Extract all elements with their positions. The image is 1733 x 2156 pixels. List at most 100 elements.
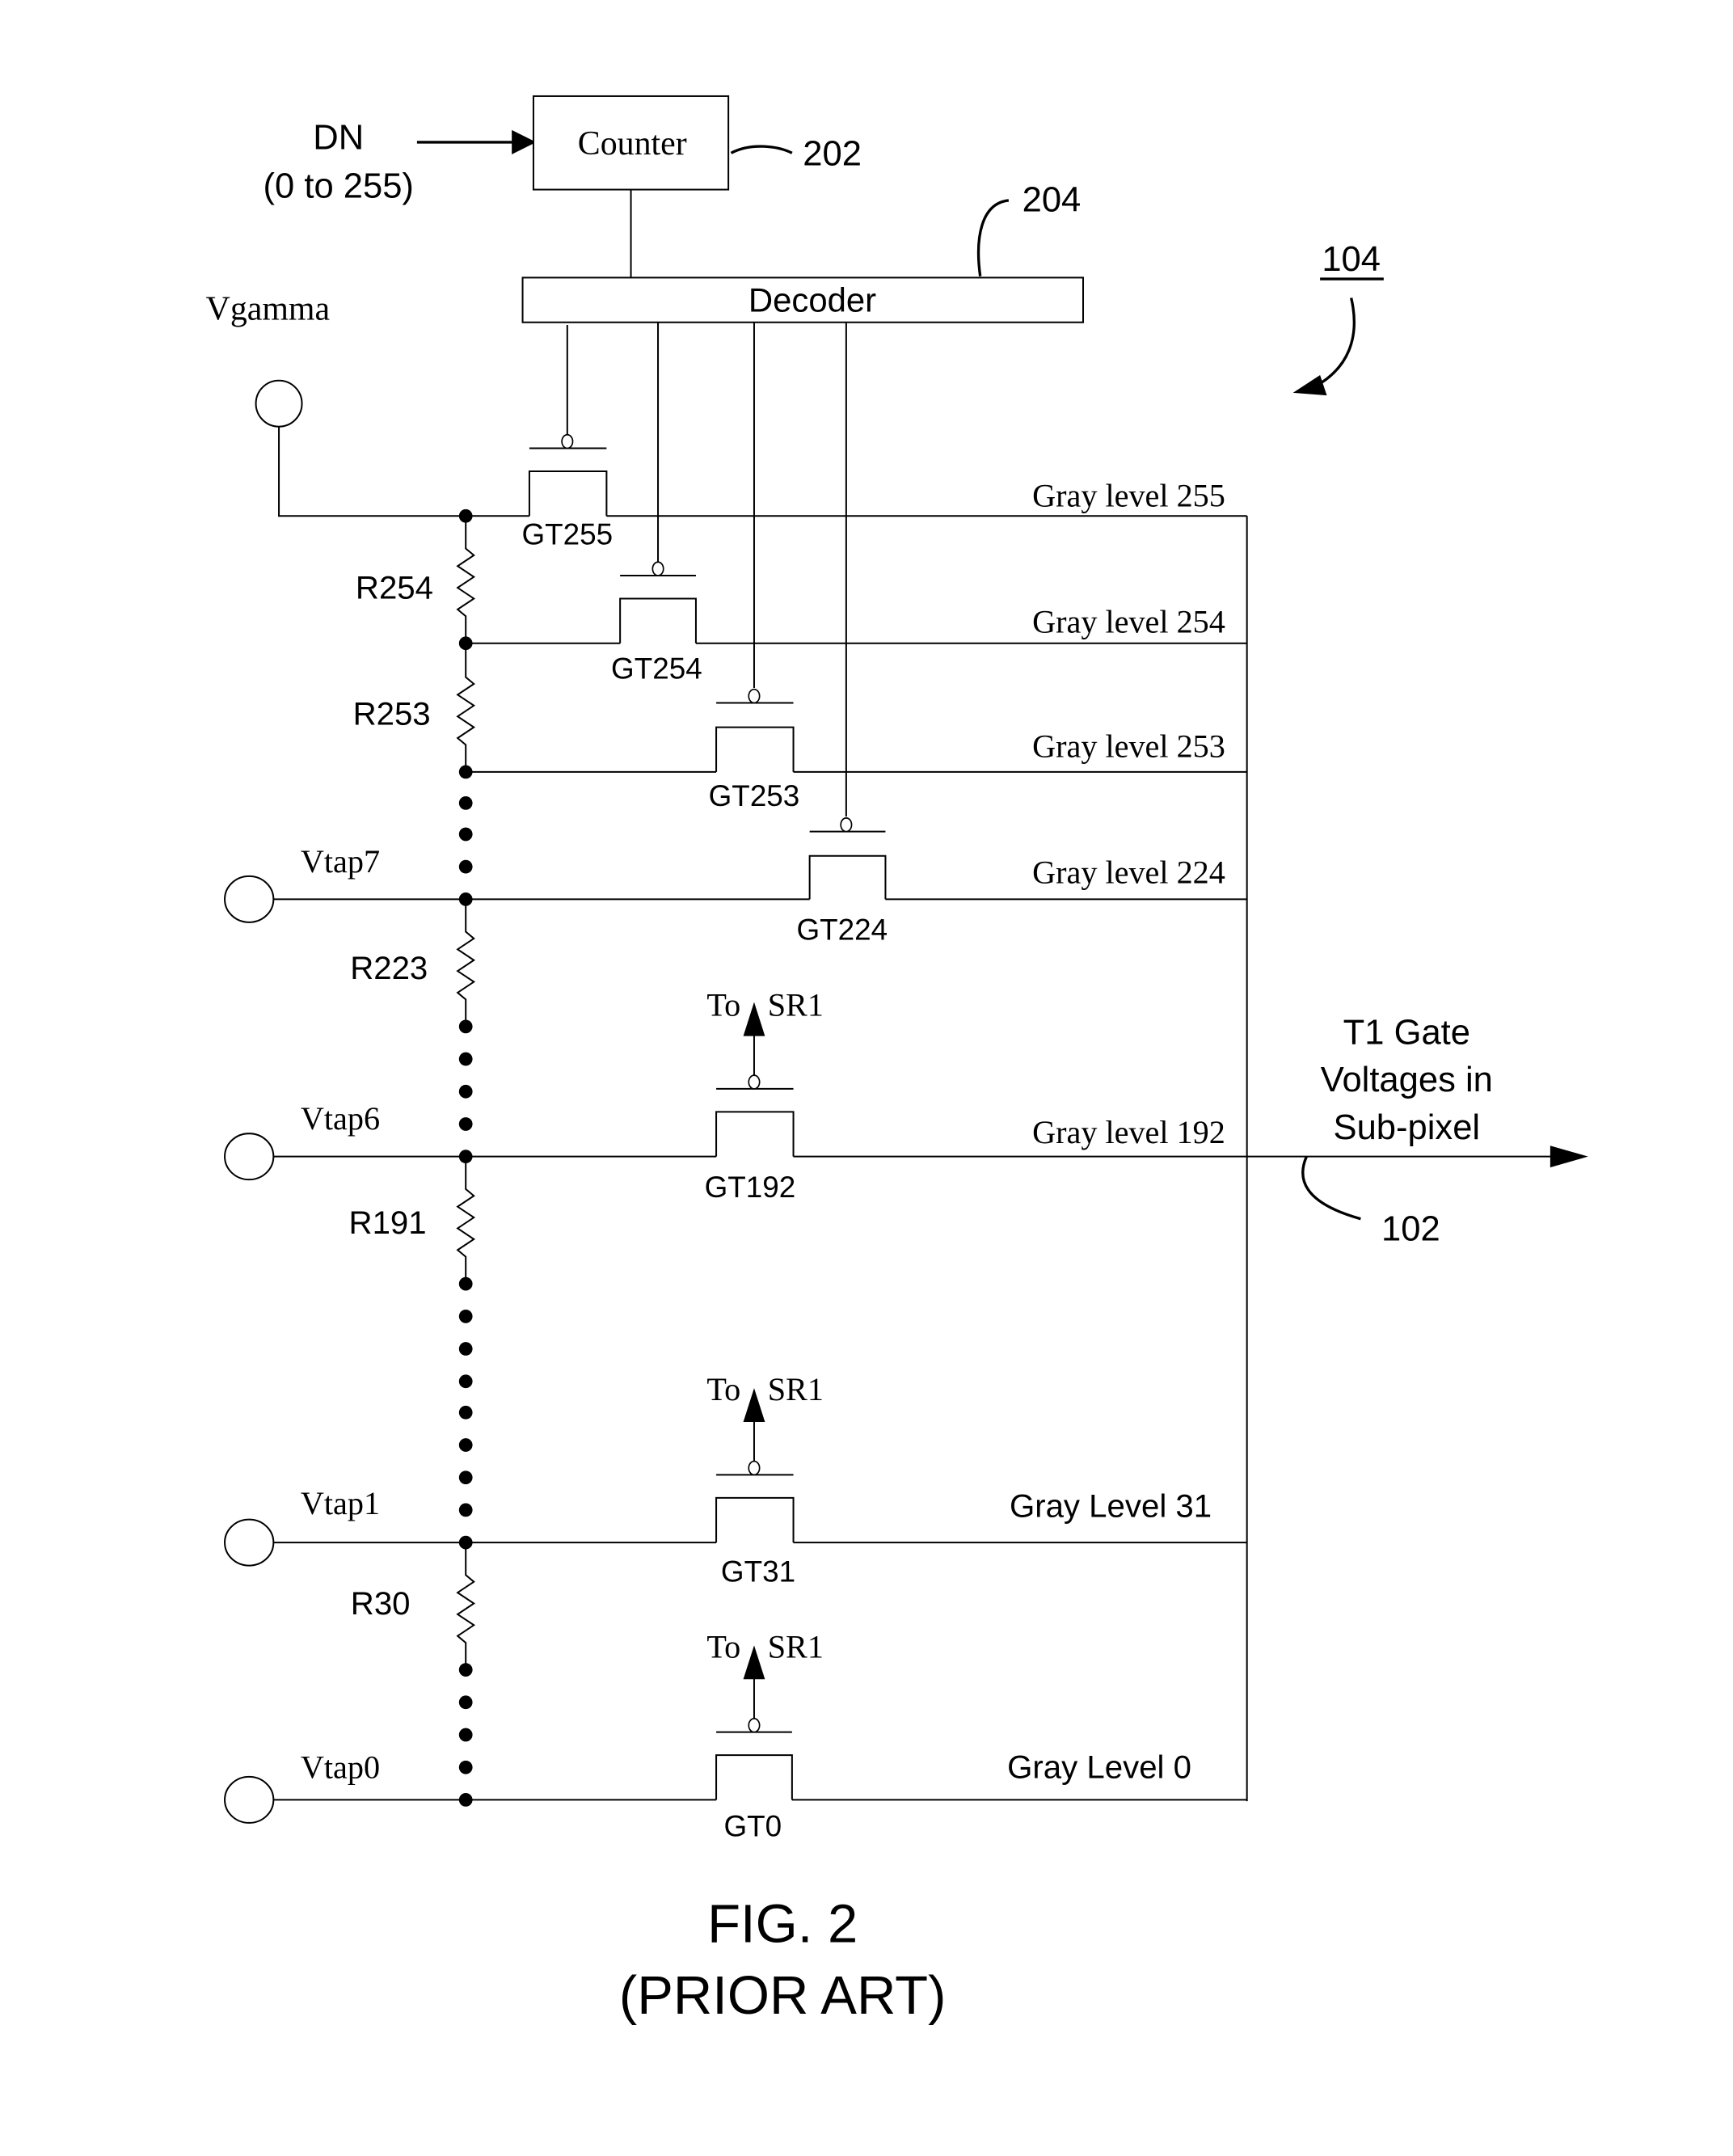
to-sr1-arrow-icon xyxy=(743,1388,765,1423)
transistor-label-gt254: GT254 xyxy=(611,652,702,685)
gray-level-label-255: Gray level 255 xyxy=(1032,478,1225,514)
ellipsis-dot xyxy=(458,1728,473,1742)
to-sr1-label-to: To xyxy=(706,986,740,1023)
decoder-ref-leader xyxy=(976,199,1010,276)
to-sr1-label-sr1: SR1 xyxy=(768,1629,824,1665)
vgamma-terminal xyxy=(255,379,303,428)
transistor-gt0-channel xyxy=(715,1754,793,1800)
vtap0-terminal xyxy=(224,1775,275,1824)
resistor-r254 xyxy=(456,516,476,643)
output-ref-leader xyxy=(1301,1155,1361,1221)
transistor-label-gt253: GT253 xyxy=(709,779,800,812)
ellipsis-dot xyxy=(458,1695,473,1710)
resistor-label-r223: R223 xyxy=(350,950,428,986)
transistor-gt254-channel xyxy=(619,597,697,643)
row-gray-253: GT253 Gray level 253 xyxy=(466,688,1247,812)
transistor-gt31-bubble-icon xyxy=(748,1460,761,1476)
decoder-ref-number: 204 xyxy=(1023,180,1082,219)
vgamma-wire xyxy=(278,426,466,517)
decoder-label: Decoder xyxy=(748,281,876,319)
circuit-diagram: DN (0 to 255) Counter 202 Decoder 204 10… xyxy=(206,95,1588,2026)
output-label-line2: Voltages in xyxy=(1321,1061,1493,1099)
transistor-label-gt224: GT224 xyxy=(797,913,888,947)
vgamma-label: Vgamma xyxy=(206,290,330,327)
ellipsis-dot xyxy=(458,1438,473,1452)
transistor-gt0-bubble-icon xyxy=(748,1718,761,1733)
gray-level-label-192: Gray level 192 xyxy=(1032,1114,1225,1150)
output-ref-number: 102 xyxy=(1381,1210,1440,1249)
output-t1-gate: T1 Gate Voltages in Sub-pixel 102 xyxy=(1246,1014,1588,1249)
resistor-label-r253: R253 xyxy=(353,695,431,732)
resistor-r30 xyxy=(456,1542,476,1670)
transistor-gt255-channel xyxy=(528,470,608,517)
figure-subtitle: (PRIOR ART) xyxy=(619,1965,947,2026)
tap-label-vtap1: Vtap1 xyxy=(301,1485,380,1521)
dn-input-arrowhead-icon xyxy=(512,129,537,154)
transistor-gt192-bubble-icon xyxy=(748,1074,761,1090)
row-gray-0: Vtap0 To SR1 GT0 Gray Level 0 xyxy=(224,1629,1247,1843)
transistor-label-gt31: GT31 xyxy=(721,1555,795,1589)
ellipsis-dot xyxy=(458,1342,473,1356)
figure-ref-arrowhead-icon xyxy=(1292,375,1327,396)
transistor-label-gt192: GT192 xyxy=(705,1171,796,1204)
vtap6-terminal xyxy=(224,1133,275,1181)
resistor-r253 xyxy=(456,643,476,772)
ellipsis-dot xyxy=(458,796,473,810)
ellipsis-dot xyxy=(458,1374,473,1389)
to-sr1-label-sr1: SR1 xyxy=(768,1371,824,1407)
output-label-line3: Sub-pixel xyxy=(1334,1108,1481,1147)
row-gray-255: GT255 Gray level 255 xyxy=(466,433,1247,551)
transistor-gt254-bubble-icon xyxy=(651,561,664,576)
tap-label-vtap7: Vtap7 xyxy=(301,843,380,880)
ellipsis-dot xyxy=(458,859,473,874)
ellipsis-dot xyxy=(458,1309,473,1323)
transistor-gt31-channel xyxy=(715,1496,795,1543)
ellipsis-dot xyxy=(458,1405,473,1420)
gray-level-label-253: Gray level 253 xyxy=(1032,728,1225,764)
gray-level-label-254: Gray level 254 xyxy=(1032,603,1225,639)
transistor-gt224-channel xyxy=(808,854,887,900)
node-dot xyxy=(458,1663,473,1677)
vtap7-terminal xyxy=(224,875,275,923)
figure-ref-leader xyxy=(1315,297,1356,387)
output-arrowhead-icon xyxy=(1550,1146,1588,1168)
gray-level-label-31: Gray Level 31 xyxy=(1010,1487,1212,1524)
tap-label-vtap6: Vtap6 xyxy=(301,1100,380,1137)
dn-range-label: (0 to 255) xyxy=(264,167,414,206)
to-sr1-label-sr1: SR1 xyxy=(768,986,824,1023)
ellipsis-dot xyxy=(458,1117,473,1131)
transistor-gt255-bubble-icon xyxy=(561,433,574,449)
transistor-gt253-bubble-icon xyxy=(748,688,761,704)
vtap1-terminal xyxy=(224,1518,275,1567)
to-sr1-arrow-icon xyxy=(743,1645,765,1680)
transistor-gt192-channel xyxy=(715,1111,795,1157)
figure-ref-number: 104 xyxy=(1322,240,1381,279)
ellipsis-dot xyxy=(458,1052,473,1066)
dn-label: DN xyxy=(313,118,364,157)
figure-title: FIG. 2 xyxy=(707,1893,858,1954)
output-label-line1: T1 Gate xyxy=(1343,1014,1470,1053)
counter-label: Counter xyxy=(578,125,687,162)
gray-level-label-224: Gray level 224 xyxy=(1032,854,1225,890)
ellipsis-dot xyxy=(458,1084,473,1099)
transistor-label-gt0: GT0 xyxy=(723,1810,782,1843)
row-gray-224: Vtap7 GT224 Gray level 224 xyxy=(224,817,1247,947)
to-sr1-label-to: To xyxy=(706,1629,740,1665)
resistor-r191 xyxy=(456,1156,476,1285)
row-gray-31: Vtap1 To SR1 GT31 Gray Level 31 xyxy=(224,1371,1247,1589)
ellipsis-dot xyxy=(458,1760,473,1774)
row-gray-254: GT254 Gray level 254 xyxy=(466,561,1247,685)
to-sr1-label-to: To xyxy=(706,1371,740,1407)
transistor-label-gt255: GT255 xyxy=(522,517,614,551)
transistor-gt224-bubble-icon xyxy=(840,817,853,833)
resistor-label-r191: R191 xyxy=(349,1205,427,1241)
ellipsis-dot xyxy=(458,1503,473,1517)
counter-ref-number: 202 xyxy=(803,134,862,173)
node-dot xyxy=(458,1019,473,1034)
ellipsis-dot xyxy=(458,827,473,842)
row-gray-192: Vtap6 To SR1 GT192 Gray level 192 xyxy=(224,986,1247,1204)
transistor-gt253-channel xyxy=(715,726,795,772)
to-sr1-arrow-icon xyxy=(743,1002,765,1036)
node-dot xyxy=(458,1276,473,1291)
resistor-label-r254: R254 xyxy=(356,569,433,605)
